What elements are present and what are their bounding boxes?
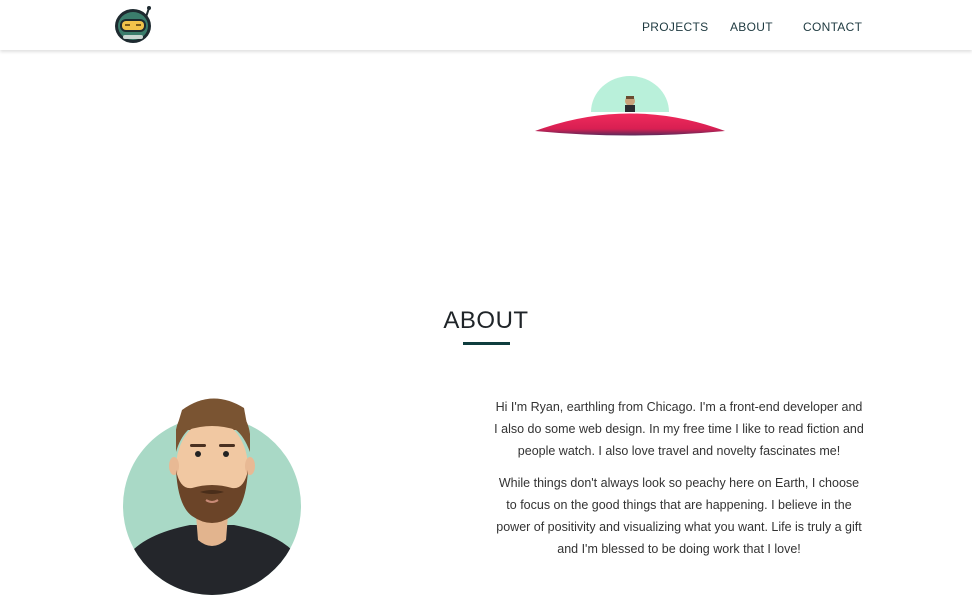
about-bio: Hi I'm Ryan, earthling from Chicago. I'm… <box>494 396 864 570</box>
bio-paragraph-intro: Hi I'm Ryan, earthling from Chicago. I'm… <box>494 400 864 458</box>
top-navbar: PROJECTS ABOUT CONTACT <box>0 0 972 50</box>
astronaut-helmet-icon[interactable] <box>113 5 155 45</box>
nav-link-contact[interactable]: CONTACT <box>803 20 862 34</box>
ufo-icon <box>535 76 725 136</box>
bio-paragraph-outlook: While things don't always look so peachy… <box>496 476 862 556</box>
about-section-title: ABOUT <box>443 307 529 334</box>
nav-link-about[interactable]: ABOUT <box>730 20 773 34</box>
bearded-man-avatar <box>123 398 301 595</box>
title-underline <box>463 342 510 345</box>
nav-link-projects[interactable]: PROJECTS <box>642 20 708 34</box>
